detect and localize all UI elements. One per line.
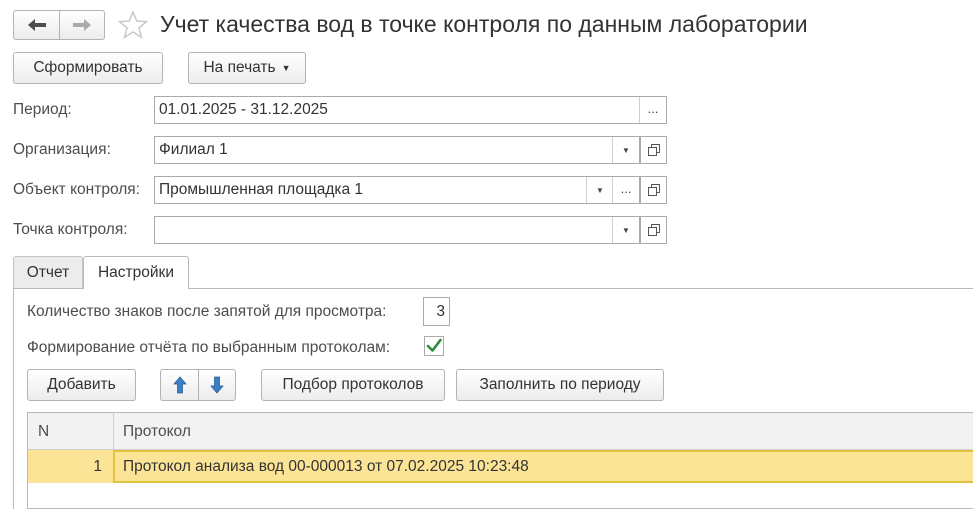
tab-settings[interactable]: Настройки (83, 256, 189, 289)
move-up-button[interactable] (160, 369, 199, 401)
star-icon (117, 10, 149, 39)
control-point-label: Точка контроля: (13, 221, 128, 238)
tab-report[interactable]: Отчет (13, 256, 83, 288)
control-point-field[interactable]: ▼ (154, 216, 640, 244)
arrow-left-icon (27, 19, 46, 31)
table-header: N Протокол (28, 413, 973, 450)
dropdown-caret-icon: ▼ (281, 63, 291, 73)
organization-label: Организация: (13, 141, 111, 158)
organization-open-button[interactable] (640, 136, 667, 164)
checkmark-icon (426, 338, 442, 352)
decimals-value: 3 (436, 302, 445, 320)
page-title: Учет качества вод в точке контроля по да… (160, 11, 808, 37)
organization-value: Филиал 1 (159, 141, 228, 158)
period-field[interactable]: 01.01.2025 - 31.12.2025 ... (154, 96, 667, 124)
settings-panel-border (13, 288, 14, 509)
column-header-protocol[interactable]: Протокол (123, 423, 191, 441)
chevron-down-icon: ▼ (622, 145, 630, 155)
pick-protocols-button[interactable]: Подбор протоколов (261, 369, 445, 401)
control-point-dropdown-button[interactable]: ▼ (612, 217, 639, 243)
table-row[interactable]: 1 Протокол анализа вод 00-000013 от 07.0… (28, 450, 973, 483)
decimals-label: Количество знаков после запятой для прос… (27, 303, 387, 320)
row-protocol-cell[interactable]: Протокол анализа вод 00-000013 от 07.02.… (113, 450, 973, 483)
control-object-value: Промышленная площадка 1 (159, 181, 364, 198)
arrow-right-icon (73, 19, 91, 31)
period-select-button[interactable]: ... (639, 97, 666, 123)
open-window-icon (647, 144, 660, 156)
generate-button[interactable]: Сформировать (13, 52, 163, 84)
back-button[interactable] (13, 10, 60, 40)
chevron-down-icon: ▼ (596, 185, 604, 195)
ellipsis-icon: ... (647, 100, 659, 116)
decimals-input[interactable]: 3 (423, 297, 450, 326)
control-object-select-button[interactable]: ... (612, 177, 639, 203)
control-object-field[interactable]: Промышленная площадка 1 ▼ ... (154, 176, 640, 204)
organization-dropdown-button[interactable]: ▼ (612, 137, 639, 163)
arrow-up-icon (172, 376, 187, 394)
open-window-icon (647, 184, 660, 196)
control-object-label: Объект контроля: (13, 181, 140, 198)
print-dropdown-button[interactable]: На печать ▼ (188, 52, 306, 84)
tab-settings-label: Настройки (97, 264, 174, 281)
forward-button[interactable] (59, 10, 105, 40)
column-divider (113, 413, 114, 449)
chevron-down-icon: ▼ (622, 225, 630, 235)
by-protocols-checkbox[interactable] (424, 336, 444, 356)
arrow-down-icon (210, 376, 224, 394)
move-down-button[interactable] (198, 369, 236, 401)
period-value: 01.01.2025 - 31.12.2025 (159, 101, 328, 118)
open-window-icon (647, 224, 660, 236)
ellipsis-icon: ... (620, 180, 632, 196)
control-point-open-button[interactable] (640, 216, 667, 244)
tab-report-label: Отчет (26, 263, 70, 281)
favorite-star-button[interactable] (117, 10, 149, 40)
control-object-open-button[interactable] (640, 176, 667, 204)
organization-field[interactable]: Филиал 1 ▼ (154, 136, 640, 164)
by-protocols-label: Формирование отчёта по выбранным протоко… (27, 339, 391, 356)
row-n-cell: 1 (93, 458, 102, 475)
print-label: На печать (203, 59, 276, 76)
fill-by-period-button[interactable]: Заполнить по периоду (456, 369, 664, 401)
add-button[interactable]: Добавить (27, 369, 136, 401)
period-label: Период: (13, 101, 72, 118)
row-protocol-value: Протокол анализа вод 00-000013 от 07.02.… (123, 458, 529, 475)
column-header-n[interactable]: N (38, 423, 49, 441)
control-object-dropdown-button[interactable]: ▼ (586, 177, 613, 203)
protocols-table[interactable]: N Протокол 1 Протокол анализа вод 00-000… (27, 412, 973, 509)
